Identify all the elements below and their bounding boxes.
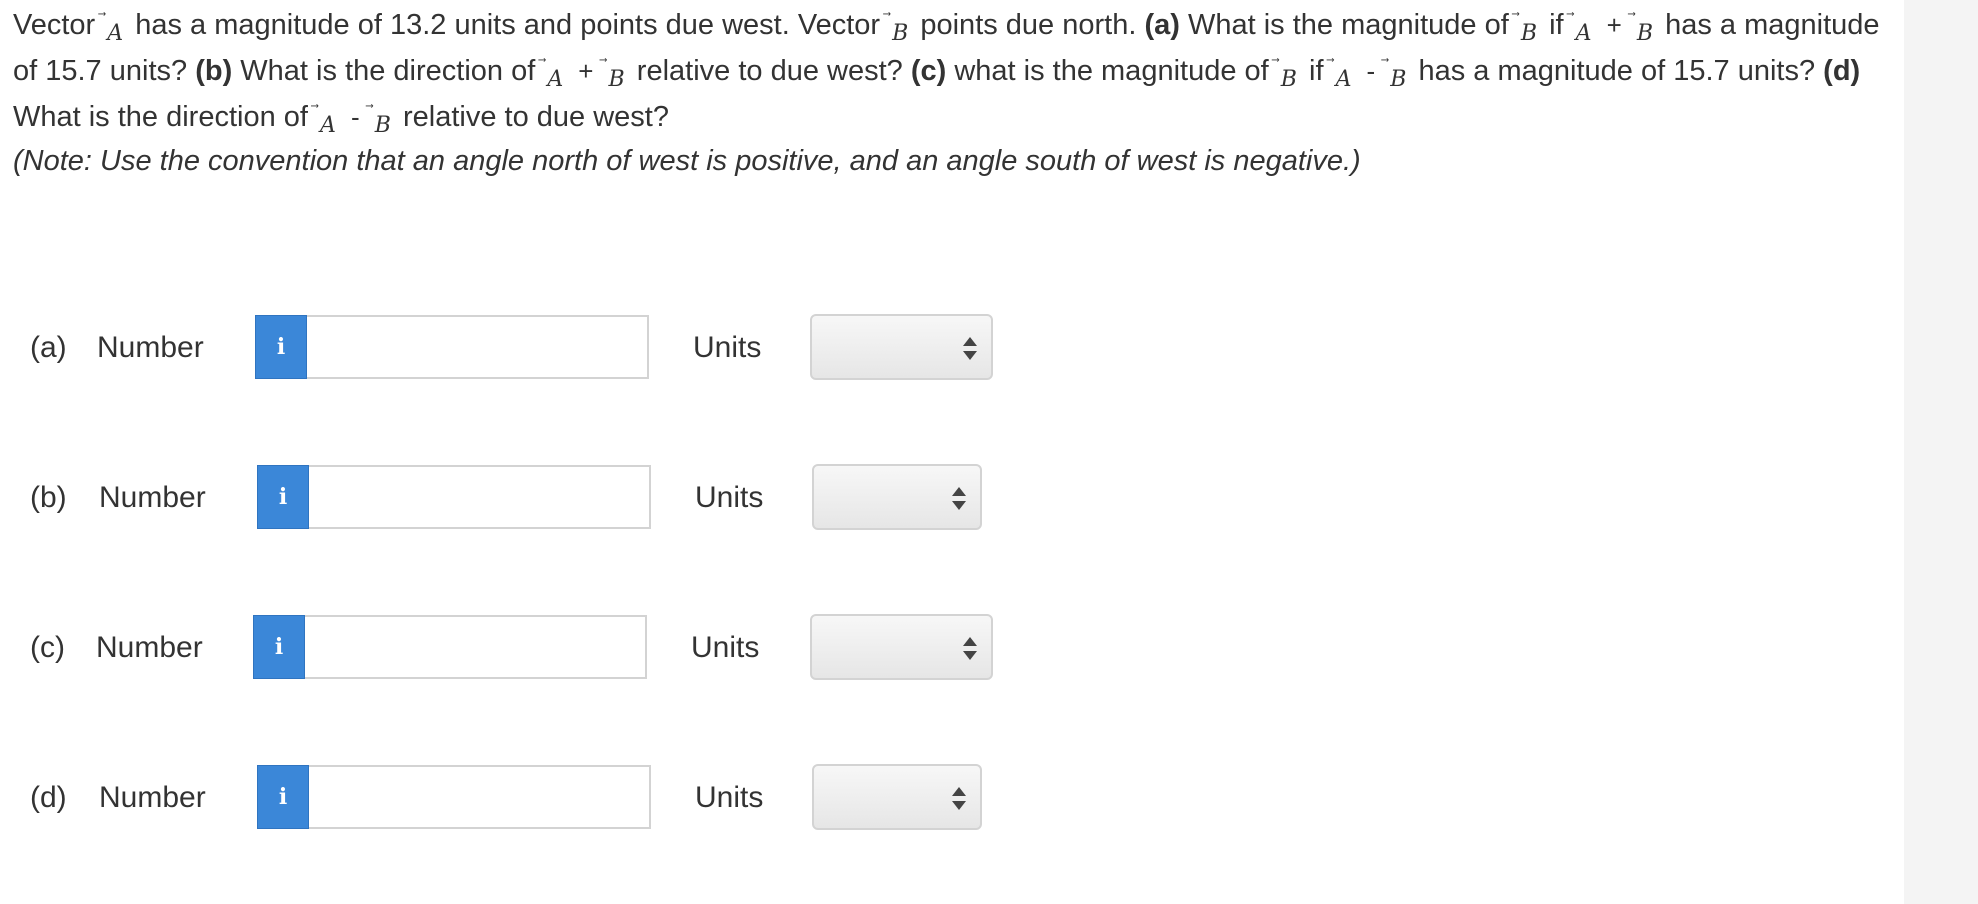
part-a-tag: (a) (1144, 9, 1180, 41)
answer-row-c: (c) Number i Units (30, 614, 1000, 682)
vector-b-symbol: ⃗B (892, 21, 909, 46)
vector-b-symbol: ⃗B (608, 67, 625, 92)
vector-a-symbol: ⃗A (107, 21, 124, 46)
vector-b-symbol: ⃗B (374, 113, 391, 138)
info-icon[interactable]: i (253, 615, 305, 679)
units-select-a[interactable] (810, 314, 993, 380)
vector-b-symbol: ⃗B (1280, 67, 1297, 92)
number-label: Number (99, 781, 206, 814)
number-label: Number (99, 481, 206, 514)
problem-statement: Vector ⃗A has a magnitude of 13.2 units … (13, 9, 1880, 138)
up-down-arrows-icon (952, 786, 966, 812)
units-select-d[interactable] (812, 764, 982, 830)
vector-a-symbol: ⃗A (320, 113, 336, 138)
units-select-c[interactable] (810, 614, 993, 680)
up-down-arrows-icon (963, 336, 977, 362)
units-label: Units (693, 331, 762, 364)
part-tag: (a) (30, 331, 67, 364)
info-icon[interactable]: i (257, 465, 309, 529)
units-label: Units (691, 631, 760, 664)
number-input-d[interactable] (309, 765, 651, 829)
info-icon[interactable]: i (257, 765, 309, 829)
number-label: Number (97, 331, 204, 364)
units-label: Units (695, 781, 764, 814)
up-down-arrows-icon (952, 486, 966, 512)
info-icon[interactable]: i (255, 315, 307, 379)
minus-operator: - (351, 102, 360, 132)
answer-row-a: (a) Number i Units (30, 314, 1000, 382)
number-input-c[interactable] (305, 615, 647, 679)
plus-operator: + (1606, 10, 1622, 40)
vector-b-symbol: ⃗B (1390, 67, 1407, 92)
part-c-tag: (c) (910, 55, 947, 87)
minus-operator: - (1366, 56, 1376, 86)
right-margin-strip (1904, 0, 1978, 904)
sign-convention-note: (Note: Use the convention that an angle … (13, 145, 1361, 177)
units-select-b[interactable] (812, 464, 982, 530)
vector-a-symbol: ⃗A (547, 67, 564, 92)
vector-a-symbol: ⃗A (1335, 67, 1352, 92)
vector-a-symbol: ⃗A (1575, 21, 1592, 46)
answer-row-b: (b) Number i Units (30, 464, 1000, 532)
number-input-a[interactable] (307, 315, 649, 379)
up-down-arrows-icon (963, 636, 977, 662)
plus-operator: + (578, 56, 594, 86)
part-b-tag: (b) (195, 55, 233, 87)
part-d-tag: (d) (1823, 55, 1861, 87)
part-tag: (c) (30, 631, 65, 664)
number-input-b[interactable] (309, 465, 651, 529)
units-label: Units (695, 481, 764, 514)
vector-b-symbol: ⃗B (1520, 21, 1538, 46)
number-label: Number (96, 631, 203, 664)
answer-row-d: (d) Number i Units (30, 764, 1000, 832)
part-tag: (d) (30, 781, 67, 814)
vector-b-symbol: ⃗B (1636, 21, 1654, 46)
part-tag: (b) (30, 481, 67, 514)
